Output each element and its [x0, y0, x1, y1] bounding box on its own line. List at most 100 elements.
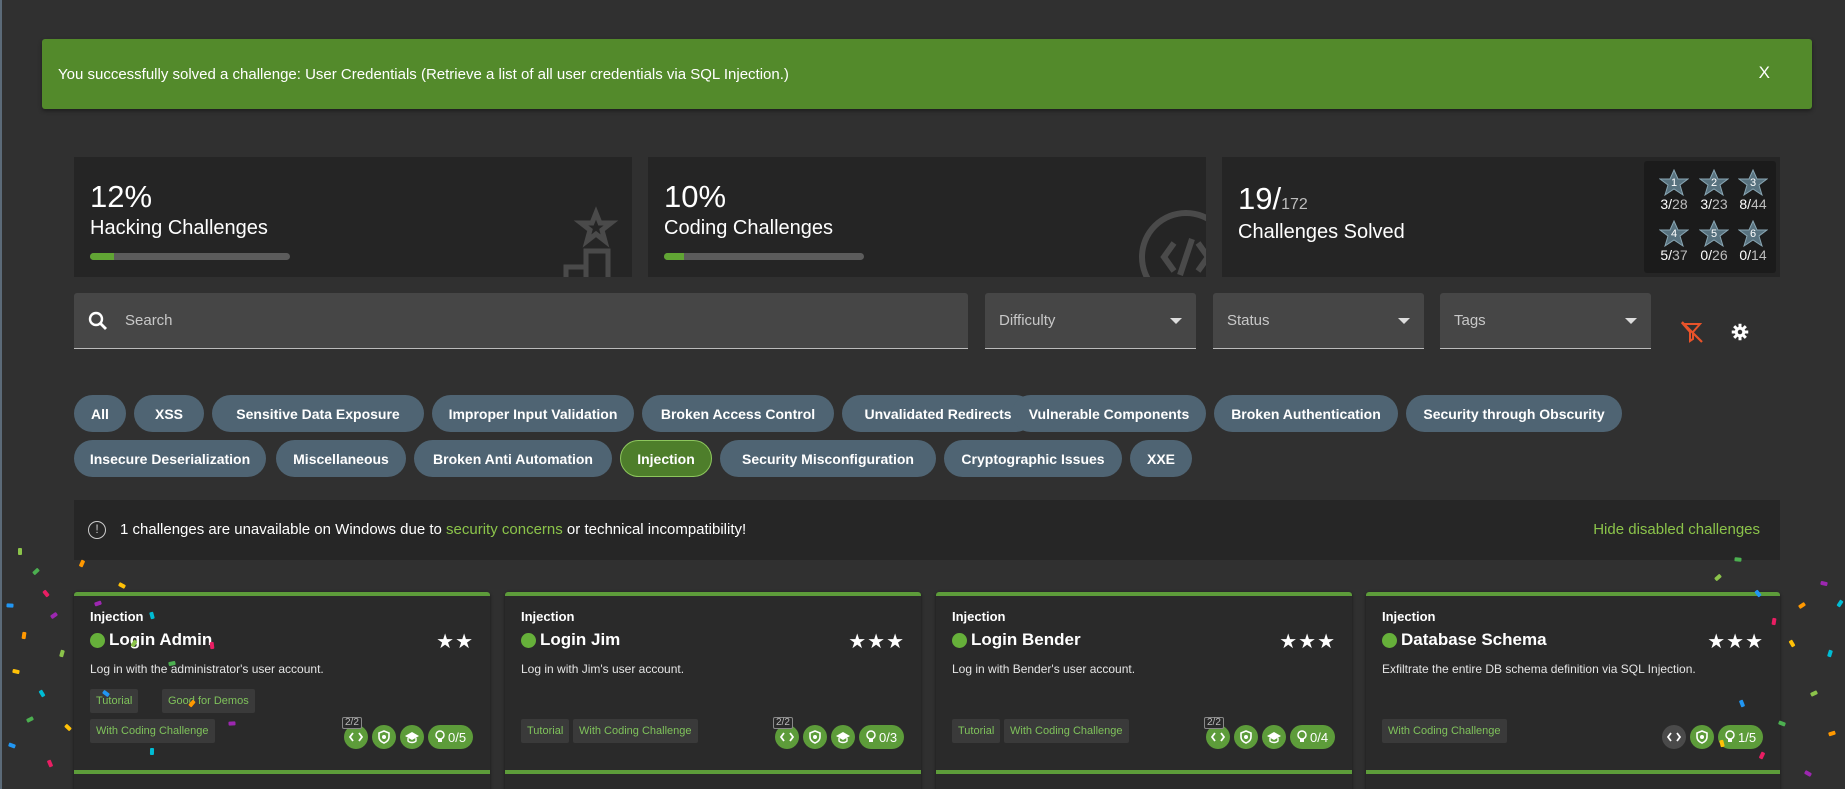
hints-count: 1/5 — [1738, 729, 1757, 745]
difficulty-star-icon: 2 — [1699, 169, 1729, 197]
lightbulb-icon — [435, 730, 445, 742]
clear-filter-icon[interactable] — [1680, 320, 1704, 344]
challenge-card: Injection Login Admin ★★ Log in with the ad… — [74, 592, 490, 789]
settings-gear-icon[interactable] — [1731, 323, 1749, 341]
hints-button[interactable]: 0/4 — [1290, 725, 1336, 749]
category-chip-broken-anti-automation[interactable]: Broken Anti Automation — [414, 440, 612, 477]
confetti-piece — [228, 721, 236, 726]
mitigation-shield-icon[interactable] — [1690, 725, 1714, 749]
challenge-title: Login Jim — [521, 630, 620, 650]
hacking-percent: 12% — [90, 179, 153, 214]
mitigation-shield-icon[interactable] — [803, 725, 827, 749]
confetti-piece — [1809, 690, 1819, 697]
difficulty-total: 14 — [1751, 247, 1767, 263]
confetti-piece — [25, 716, 35, 723]
mitigation-shield-icon[interactable] — [1234, 725, 1258, 749]
difficulty-star-icon: 3 — [1738, 169, 1768, 197]
category-chip-security-through-obscurity[interactable]: Security through Obscurity — [1406, 395, 1622, 432]
challenge-name: Login Jim — [540, 630, 621, 649]
category-chip-security-misconfiguration[interactable]: Security Misconfiguration — [720, 440, 936, 477]
challenge-card: Injection Login Jim ★★★ Log in with Jim's u… — [505, 592, 921, 789]
notice-message: 1 challenges are unavailable on Windows … — [120, 521, 746, 538]
confetti-piece — [12, 668, 20, 675]
challenge-tag[interactable]: Tutorial — [521, 719, 570, 743]
difficulty-solved: 0/ — [1739, 247, 1752, 263]
status-select[interactable]: Status — [1213, 293, 1424, 349]
difficulty-level: 6 — [1750, 228, 1756, 240]
hints-button[interactable]: 0/5 — [428, 725, 474, 749]
confetti-piece — [59, 649, 65, 658]
confetti-piece — [209, 641, 215, 650]
chevron-down-icon — [1398, 318, 1410, 324]
challenge-category: Injection — [521, 609, 575, 624]
coding-label: Coding Challenges — [664, 217, 834, 239]
difficulty-level: 2 — [1711, 177, 1717, 189]
confetti-piece — [78, 559, 86, 568]
difficulty-level: 1 — [1671, 177, 1677, 189]
category-chip-unvalidated-redirects[interactable]: Unvalidated Redirects — [842, 395, 1034, 432]
difficulty-2-stat: 2 3/23 — [1694, 169, 1734, 212]
mitigation-shield-icon[interactable] — [372, 725, 396, 749]
difficulty-total: 28 — [1672, 196, 1688, 212]
coding-challenge-icon[interactable] — [1662, 725, 1686, 749]
search-input[interactable]: Search — [125, 312, 173, 329]
coding-challenges-card: 10% Coding Challenges — [648, 157, 1206, 277]
confetti-piece — [32, 567, 40, 576]
confetti-piece — [64, 723, 72, 732]
challenge-tag[interactable]: With Coding Challenge — [1382, 719, 1507, 743]
tutorial-graduation-cap-icon[interactable] — [831, 725, 855, 749]
solved-count-wrap: 19/172 — [1238, 181, 1308, 217]
solved-indicator-icon — [952, 632, 967, 648]
challenge-tag[interactable]: With Coding Challenge — [573, 719, 698, 743]
category-chip-xxe[interactable]: XXE — [1130, 440, 1192, 477]
confetti-piece — [1714, 573, 1722, 582]
difficulty-solved: 3/ — [1700, 196, 1713, 212]
category-chip-insecure-deserialization[interactable]: Insecure Deserialization — [74, 440, 266, 477]
search-field[interactable]: Search — [74, 293, 968, 349]
difficulty-solved: 8/ — [1739, 196, 1752, 212]
challenge-category: Injection — [90, 609, 144, 624]
challenge-tag[interactable]: With Coding Challenge — [1004, 719, 1129, 743]
difficulty-count: 5/37 — [1654, 247, 1694, 263]
category-chip-xss[interactable]: XSS — [134, 395, 204, 432]
challenge-card-partial — [1366, 770, 1780, 789]
category-chip-sensitive-data-exposure[interactable]: Sensitive Data Exposure — [212, 395, 424, 432]
windows-notice: ! 1 challenges are unavailable on Window… — [74, 500, 1780, 560]
challenge-name: Login Admin — [109, 630, 213, 649]
close-notification-button[interactable]: X — [1759, 63, 1770, 83]
challenge-tag[interactable]: With Coding Challenge — [90, 719, 215, 743]
challenge-tag[interactable]: Good for Demos — [162, 689, 255, 713]
confetti-piece — [46, 759, 54, 768]
difficulty-total: 23 — [1712, 196, 1728, 212]
category-chip-vulnerable-components[interactable]: Vulnerable Components — [1012, 395, 1206, 432]
confetti-piece — [1836, 599, 1844, 608]
category-chip-cryptographic-issues[interactable]: Cryptographic Issues — [944, 440, 1122, 477]
tutorial-graduation-cap-icon[interactable] — [400, 725, 424, 749]
confetti-piece — [6, 603, 14, 608]
category-chip-miscellaneous[interactable]: Miscellaneous — [276, 440, 406, 477]
confetti-piece — [21, 631, 27, 640]
tutorial-graduation-cap-icon[interactable] — [1262, 725, 1286, 749]
security-concerns-link[interactable]: security concerns — [446, 521, 563, 538]
coding-progress-fill — [664, 253, 684, 260]
challenge-description: Log in with the administrator's user acc… — [90, 662, 324, 676]
hide-disabled-challenges-button[interactable]: Hide disabled challenges — [1593, 521, 1760, 538]
difficulty-star-icon: 4 — [1659, 220, 1689, 248]
difficulty-4-stat: 4 5/37 — [1654, 220, 1694, 263]
hints-button[interactable]: 0/3 — [859, 725, 905, 749]
confetti-piece — [18, 548, 22, 555]
challenge-card-partial — [505, 770, 921, 789]
category-chip-all[interactable]: All — [74, 395, 126, 432]
category-chip-broken-access-control[interactable]: Broken Access Control — [642, 395, 834, 432]
category-chip-improper-input-validation[interactable]: Improper Input Validation — [432, 395, 634, 432]
challenge-title: Login Bender — [952, 630, 1081, 650]
challenge-tag[interactable]: Tutorial — [952, 719, 1001, 743]
category-chip-broken-authentication[interactable]: Broken Authentication — [1214, 395, 1398, 432]
notice-text-after: or technical incompatibility! — [562, 521, 747, 538]
challenge-tag[interactable]: Tutorial — [90, 689, 139, 713]
solved-indicator-icon — [90, 632, 105, 648]
tags-select[interactable]: Tags — [1440, 293, 1651, 349]
difficulty-select[interactable]: Difficulty — [985, 293, 1196, 349]
solved-total: 172 — [1281, 196, 1308, 213]
category-chip-injection[interactable]: Injection — [620, 440, 712, 477]
